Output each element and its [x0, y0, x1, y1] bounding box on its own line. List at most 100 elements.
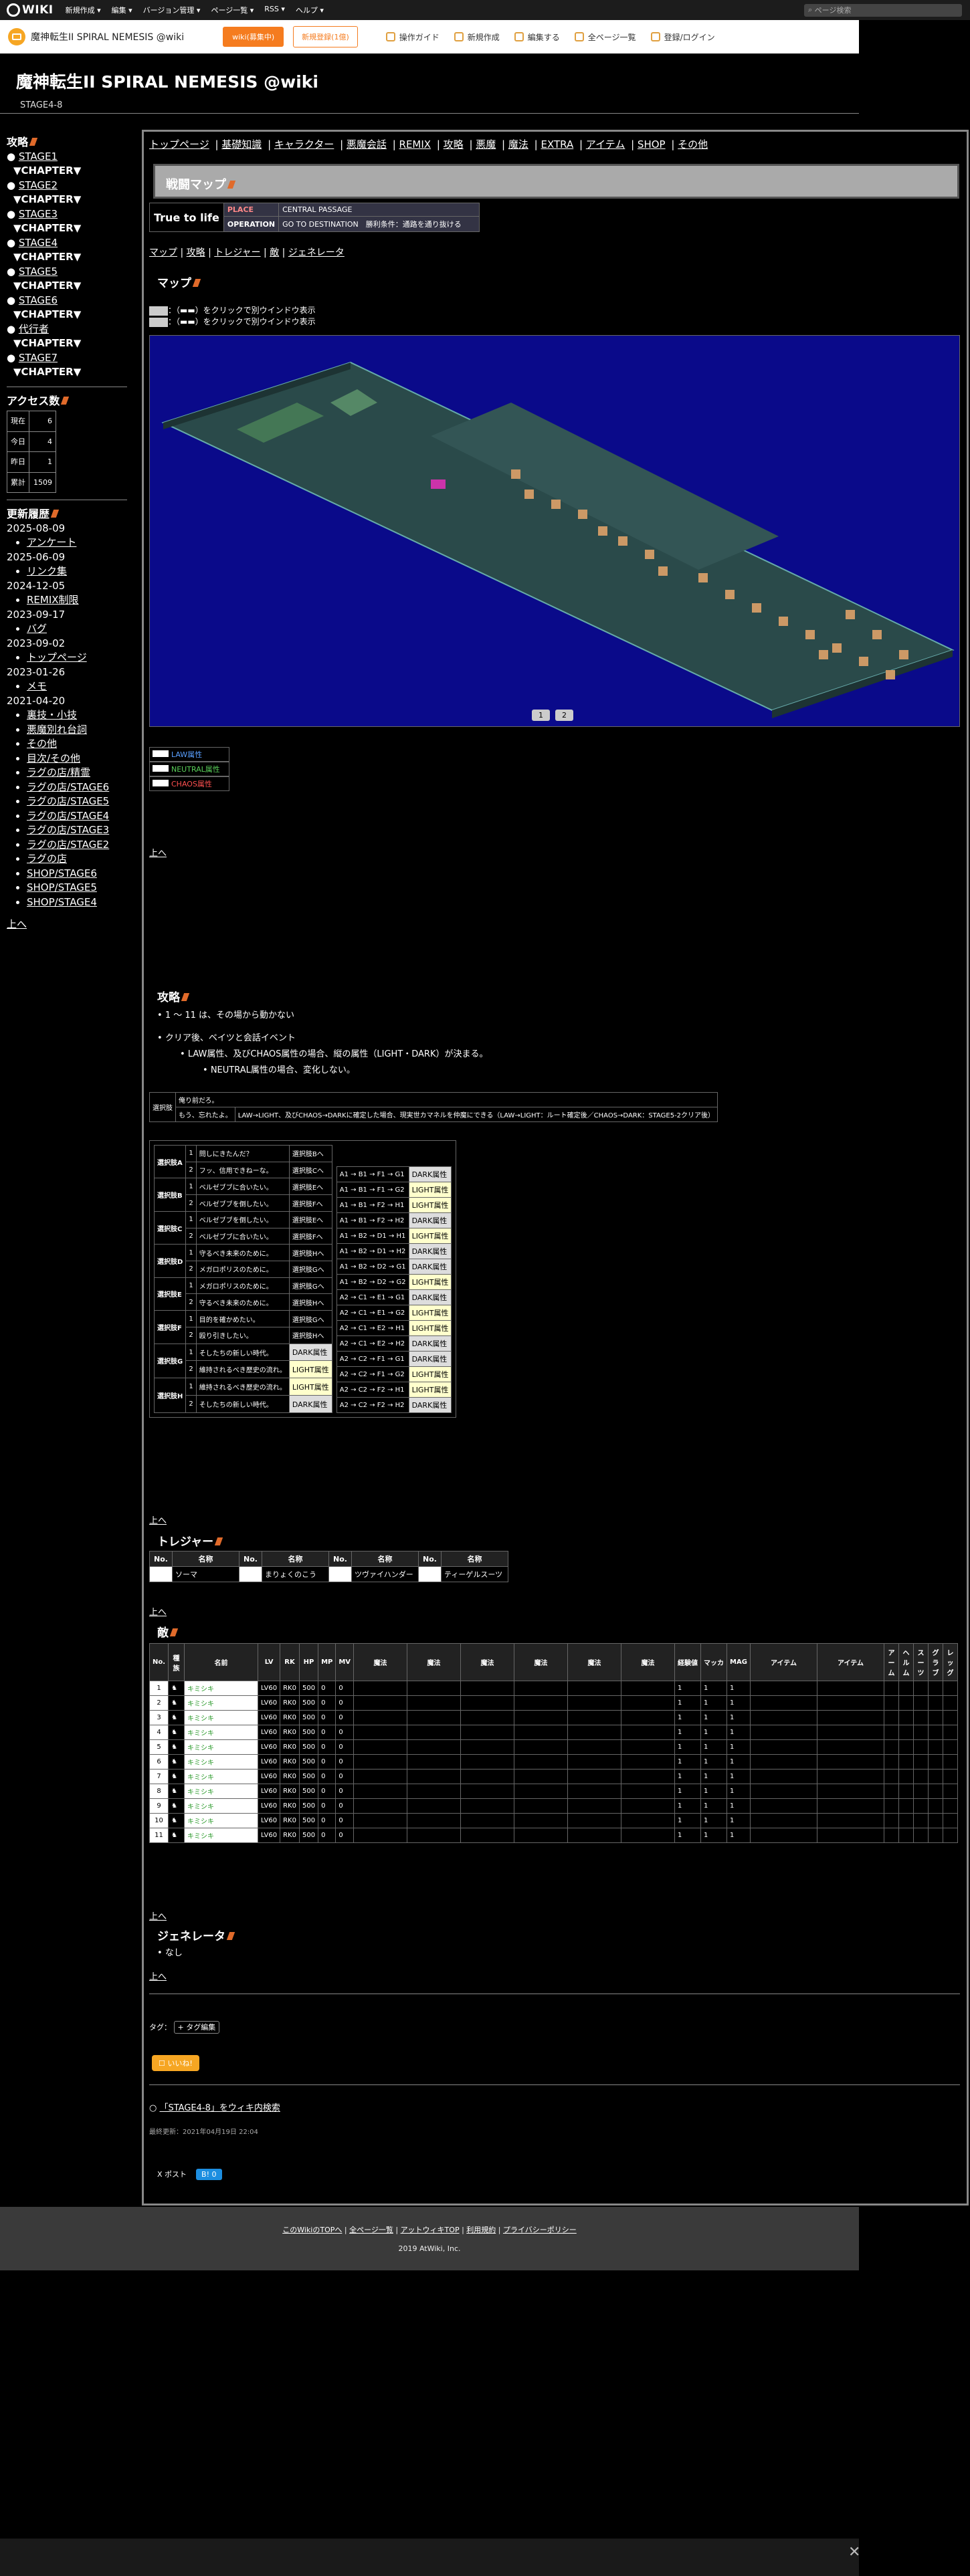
- sidebar-stage-link[interactable]: STAGE3: [19, 208, 58, 220]
- nav-link[interactable]: 悪魔会話: [347, 138, 387, 150]
- sidebar-chapter-toggle[interactable]: ▼CHAPTER▼: [7, 193, 127, 207]
- history-link[interactable]: ラグの店/STAGE3: [27, 824, 109, 836]
- history-link[interactable]: メモ: [27, 680, 47, 692]
- up-link[interactable]: 上へ: [149, 1972, 167, 1982]
- edit-icon[interactable]: [50, 510, 60, 518]
- history-link[interactable]: トップページ: [27, 651, 87, 663]
- sidebar-stage-link[interactable]: 代行者: [19, 323, 49, 335]
- nav-link[interactable]: アイテム: [586, 138, 625, 150]
- history-link[interactable]: ラグの店: [27, 853, 67, 865]
- subnav-link[interactable]: ジェネレータ: [288, 247, 345, 258]
- topbar-menu-item[interactable]: ヘルプ ▾: [296, 5, 324, 15]
- sidebar-chapter-toggle[interactable]: ▼CHAPTER▼: [7, 279, 127, 294]
- like-button[interactable]: ☐ いいね!: [152, 2055, 199, 2071]
- subnav-link[interactable]: 敵: [270, 247, 279, 258]
- nav-link[interactable]: EXTRA: [541, 138, 573, 150]
- sidebar-stage-link[interactable]: STAGE5: [19, 265, 58, 278]
- footer-link[interactable]: 全ページ一覧: [349, 2226, 393, 2234]
- wiki-action-0[interactable]: 操作ガイド: [385, 31, 440, 43]
- topbar-menu-item[interactable]: 新規作成 ▾: [66, 5, 101, 15]
- sidebar-stage-link[interactable]: STAGE7: [19, 352, 58, 364]
- sidebar-stage-link[interactable]: STAGE6: [19, 294, 58, 306]
- sidebar-stage-link[interactable]: STAGE2: [19, 179, 58, 191]
- nav-link[interactable]: 基礎知識: [221, 138, 262, 150]
- up-link[interactable]: 上へ: [149, 1912, 167, 1922]
- wiki-action-1[interactable]: 新規作成: [454, 31, 500, 43]
- history-link[interactable]: ラグの店/STAGE2: [27, 839, 109, 851]
- register-button[interactable]: 新規登録(1億): [293, 26, 358, 47]
- history-link[interactable]: ラグの店/STAGE4: [27, 810, 109, 822]
- up-link[interactable]: 上へ: [149, 1608, 167, 1618]
- sidebar-chapter-toggle[interactable]: ▼CHAPTER▼: [7, 250, 127, 265]
- atwiki-logo[interactable]: WIKI: [7, 3, 54, 17]
- history-link[interactable]: リンク集: [27, 565, 67, 577]
- footer-link[interactable]: プライバシーポリシー: [503, 2226, 577, 2234]
- x-post-button[interactable]: X ポスト: [157, 2169, 187, 2180]
- footer-link[interactable]: 利用規約: [466, 2226, 496, 2234]
- history-link[interactable]: 悪魔別れ台詞: [27, 724, 87, 736]
- up-link[interactable]: 上へ: [149, 849, 167, 859]
- up-link[interactable]: 上へ: [149, 1516, 167, 1526]
- nav-link[interactable]: REMIX: [399, 138, 431, 150]
- sidebar-stage-link[interactable]: STAGE1: [19, 150, 58, 163]
- topbar-menu-item[interactable]: バージョン管理 ▾: [143, 5, 201, 15]
- sidebar-chapter-toggle[interactable]: ▼CHAPTER▼: [7, 365, 127, 380]
- close-icon[interactable]: ✕: [848, 2544, 860, 2561]
- history-link[interactable]: REMIX制限: [27, 594, 79, 606]
- search-input[interactable]: ⌕ ページ検索: [804, 3, 962, 17]
- sidebar-top-link[interactable]: 上へ: [7, 918, 27, 930]
- nav-link[interactable]: 悪魔: [476, 138, 496, 150]
- site-title[interactable]: 魔神転生II SPIRAL NEMESIS @wiki: [16, 69, 318, 93]
- footer-link[interactable]: アットウィキTOP: [401, 2226, 460, 2234]
- nav-link[interactable]: トップページ: [149, 138, 209, 150]
- history-link[interactable]: アンケート: [27, 536, 76, 548]
- map-page-button[interactable]: 1: [532, 710, 550, 721]
- edit-icon[interactable]: [61, 396, 70, 405]
- history-link[interactable]: バグ: [27, 623, 47, 635]
- subnav-link[interactable]: 攻略: [187, 247, 205, 258]
- subnav-link[interactable]: トレジャー: [214, 247, 260, 258]
- history-link[interactable]: SHOP/STAGE5: [27, 881, 97, 893]
- topbar-menu-item[interactable]: RSS ▾: [264, 5, 285, 15]
- nav-link[interactable]: キャラクター: [274, 138, 334, 150]
- edit-icon[interactable]: [192, 279, 201, 287]
- nav-link[interactable]: SHOP: [638, 138, 666, 150]
- hatena-bookmark-button[interactable]: B! 0: [196, 2169, 222, 2180]
- wiki-title[interactable]: 魔神転生II SPIRAL NEMESIS @wiki: [31, 30, 184, 43]
- wiki-search-link[interactable]: 「STAGE4-8」をウィキ内検索: [159, 2103, 280, 2113]
- wiki-logo-icon[interactable]: [8, 28, 25, 45]
- history-link[interactable]: SHOP/STAGE4: [27, 896, 97, 908]
- map-page-button[interactable]: 2: [555, 710, 573, 721]
- history-link[interactable]: その他: [27, 738, 57, 750]
- sidebar-chapter-toggle[interactable]: ▼CHAPTER▼: [7, 336, 127, 351]
- history-link[interactable]: ラグの店/STAGE5: [27, 795, 109, 807]
- edit-icon[interactable]: [169, 1628, 179, 1636]
- history-link[interactable]: ラグの店/STAGE6: [27, 781, 109, 793]
- wiki-recruit-button[interactable]: wiki(募集中): [223, 27, 284, 47]
- footer-link[interactable]: このWikiのTOPへ: [282, 2226, 342, 2234]
- topbar-menu-item[interactable]: 編集 ▾: [112, 5, 132, 15]
- nav-link[interactable]: 攻略: [444, 138, 464, 150]
- wiki-action-4[interactable]: 登録/ログイン: [650, 31, 715, 43]
- nav-link[interactable]: その他: [678, 138, 708, 150]
- nav-link[interactable]: 魔法: [508, 138, 528, 150]
- sidebar-chapter-toggle[interactable]: ▼CHAPTER▼: [7, 308, 127, 322]
- sidebar-stage-link[interactable]: STAGE4: [19, 237, 58, 249]
- topbar-menu-item[interactable]: ページ一覧 ▾: [211, 5, 254, 15]
- history-link[interactable]: ラグの店/精霊: [27, 766, 90, 778]
- map-button-icon[interactable]: [149, 306, 168, 316]
- sidebar-chapter-toggle[interactable]: ▼CHAPTER▼: [7, 221, 127, 236]
- battle-map[interactable]: [149, 335, 960, 727]
- subnav-link[interactable]: マップ: [149, 247, 177, 258]
- edit-icon[interactable]: [181, 993, 190, 1001]
- history-link[interactable]: SHOP/STAGE6: [27, 867, 97, 879]
- wiki-action-2[interactable]: 編集する: [514, 31, 560, 43]
- wiki-action-3[interactable]: 全ページ一覧: [574, 31, 636, 43]
- edit-icon[interactable]: [226, 1932, 235, 1940]
- edit-icon[interactable]: [214, 1537, 223, 1545]
- tag-edit-button[interactable]: + タグ編集: [173, 2021, 220, 2034]
- sidebar-chapter-toggle[interactable]: ▼CHAPTER▼: [7, 164, 127, 179]
- edit-icon[interactable]: [29, 138, 38, 146]
- history-link[interactable]: 目次/その他: [27, 752, 80, 764]
- history-link[interactable]: 裏技・小技: [27, 709, 77, 721]
